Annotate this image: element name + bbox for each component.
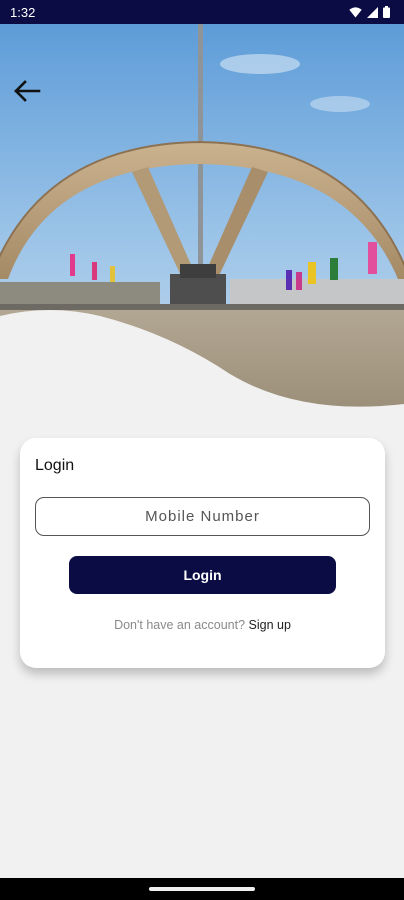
login-card: Login Login Don't have an account? Sign … [20,438,385,668]
status-bar: 1:32 [0,0,404,24]
battery-icon [383,6,390,18]
monument-arch-photo [0,24,404,414]
home-indicator[interactable] [149,887,255,891]
status-time: 1:32 [10,4,36,20]
login-button[interactable]: Login [69,556,336,594]
back-button[interactable] [10,76,44,106]
hero-image [0,24,404,414]
signup-row: Don't have an account? Sign up [20,618,385,632]
arrow-left-icon [14,80,41,102]
login-title: Login [35,457,75,474]
mobile-number-input[interactable] [35,497,370,536]
signup-prompt: Don't have an account? [114,618,246,632]
status-icons [349,6,390,18]
navigation-bar [0,878,404,900]
wifi-icon [349,6,362,17]
signal-icon [367,6,378,18]
signup-link[interactable]: Sign up [249,618,291,632]
